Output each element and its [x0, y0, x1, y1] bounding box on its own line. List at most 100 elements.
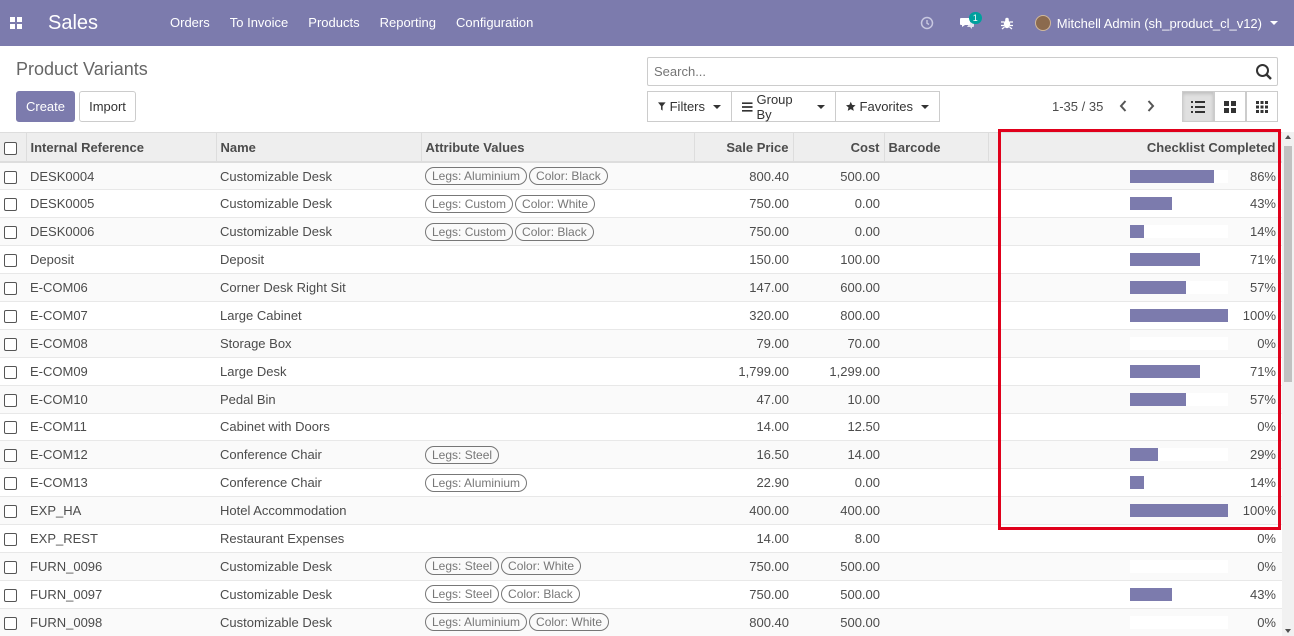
row-checkbox[interactable] — [4, 254, 17, 268]
cell-barcode[interactable] — [884, 468, 988, 498]
grid-view-button[interactable] — [1246, 91, 1278, 122]
cell-sale-price[interactable]: 16.50 — [694, 440, 793, 470]
header-cost[interactable]: Cost — [793, 133, 885, 163]
cell-barcode[interactable] — [884, 440, 988, 470]
cell-barcode[interactable] — [884, 301, 988, 330]
cell-cost[interactable]: 0.00 — [793, 189, 884, 219]
table-row[interactable]: E-COM10 Pedal Bin 47.00 10.00 57% — [0, 385, 1282, 414]
cell-name[interactable]: Restaurant Expenses — [216, 524, 421, 553]
cell-barcode[interactable] — [884, 524, 988, 553]
cell-checklist-completed[interactable]: 100% — [988, 301, 1282, 330]
pager-next-icon[interactable] — [1141, 96, 1161, 116]
table-row[interactable]: Deposit Deposit 150.00 100.00 71% — [0, 245, 1282, 275]
row-checkbox[interactable] — [4, 365, 17, 379]
cell-attribute-values[interactable] — [421, 301, 694, 330]
scroll-thumb[interactable] — [1284, 146, 1292, 382]
table-row[interactable]: E-COM13 Conference Chair Legs: Aluminium 22… — [0, 468, 1282, 498]
row-select-cell[interactable] — [0, 357, 26, 386]
table-row[interactable]: DESK0006 Customizable Desk Legs: Custom Col… — [0, 217, 1282, 247]
cell-barcode[interactable] — [884, 580, 988, 609]
cell-sale-price[interactable]: 750.00 — [694, 217, 793, 247]
cell-sale-price[interactable]: 47.00 — [694, 385, 793, 414]
cell-name[interactable]: Customizable Desk — [216, 580, 421, 609]
cell-name[interactable]: Large Desk — [216, 357, 421, 386]
row-select-cell[interactable] — [0, 608, 26, 636]
cell-attribute-values[interactable]: Legs: Aluminium Color: White — [421, 608, 694, 636]
cell-name[interactable]: Customizable Desk — [216, 217, 421, 247]
cell-attribute-values[interactable] — [421, 496, 694, 526]
header-name[interactable]: Name — [216, 133, 422, 163]
cell-internal-reference[interactable]: E-COM07 — [26, 301, 216, 330]
row-checkbox[interactable] — [4, 616, 17, 630]
select-all-cell[interactable] — [0, 133, 27, 163]
cell-checklist-completed[interactable]: 14% — [988, 217, 1282, 247]
cell-checklist-completed[interactable]: 71% — [988, 245, 1282, 275]
cell-sale-price[interactable]: 14.00 — [694, 413, 793, 442]
create-button[interactable]: Create — [16, 91, 75, 122]
cell-sale-price[interactable]: 750.00 — [694, 552, 793, 581]
row-select-cell[interactable] — [0, 301, 26, 330]
pager-value[interactable]: 1-35 / 35 — [1052, 99, 1103, 114]
header-checklist-completed[interactable]: Checklist Completed — [988, 133, 1282, 163]
cell-cost[interactable]: 10.00 — [793, 385, 884, 414]
cell-cost[interactable]: 0.00 — [793, 217, 884, 247]
table-row[interactable]: FURN_0096 Customizable Desk Legs: Steel Col… — [0, 552, 1282, 581]
cell-cost[interactable]: 1,299.00 — [793, 357, 884, 386]
scroll-down-icon[interactable] — [1285, 629, 1291, 633]
search-icon[interactable] — [1255, 63, 1273, 81]
activity-clock-icon[interactable] — [907, 0, 947, 46]
cell-barcode[interactable] — [884, 273, 988, 302]
cell-barcode[interactable] — [884, 189, 988, 219]
cell-cost[interactable]: 70.00 — [793, 329, 884, 358]
cell-attribute-values[interactable] — [421, 245, 694, 275]
row-checkbox[interactable] — [4, 505, 17, 519]
cell-checklist-completed[interactable]: 43% — [988, 580, 1282, 609]
row-select-cell[interactable] — [0, 440, 26, 470]
cell-checklist-completed[interactable]: 100% — [988, 496, 1282, 526]
cell-cost[interactable]: 800.00 — [793, 301, 884, 330]
cell-name[interactable]: Hotel Accommodation — [216, 496, 421, 526]
cell-cost[interactable]: 500.00 — [793, 608, 884, 636]
cell-checklist-completed[interactable]: 0% — [988, 524, 1282, 553]
cell-sale-price[interactable]: 14.00 — [694, 524, 793, 553]
cell-internal-reference[interactable]: DESK0006 — [26, 217, 216, 247]
cell-attribute-values[interactable] — [421, 413, 694, 442]
user-menu[interactable]: Mitchell Admin (sh_product_cl_v12) — [1027, 15, 1294, 31]
row-checkbox[interactable] — [4, 337, 17, 351]
table-row[interactable]: EXP_REST Restaurant Expenses 14.00 8.00 0% — [0, 524, 1282, 553]
cell-internal-reference[interactable]: E-COM12 — [26, 440, 216, 470]
row-checkbox[interactable] — [4, 198, 17, 212]
cell-cost[interactable]: 14.00 — [793, 440, 884, 470]
row-checkbox[interactable] — [4, 226, 17, 240]
row-select-cell[interactable] — [0, 189, 26, 219]
table-row[interactable]: E-COM08 Storage Box 79.00 70.00 0% — [0, 329, 1282, 358]
table-row[interactable]: E-COM11 Cabinet with Doors 14.00 12.50 0% — [0, 413, 1282, 442]
row-checkbox[interactable] — [4, 170, 17, 184]
debug-bug-icon[interactable] — [987, 0, 1027, 46]
cell-checklist-completed[interactable]: 0% — [988, 552, 1282, 581]
cell-attribute-values[interactable] — [421, 385, 694, 414]
row-checkbox[interactable] — [4, 282, 17, 296]
cell-cost[interactable]: 500.00 — [793, 162, 884, 191]
cell-barcode[interactable] — [884, 496, 988, 526]
scroll-up-icon[interactable] — [1285, 135, 1291, 139]
import-button[interactable]: Import — [79, 91, 136, 122]
cell-internal-reference[interactable]: E-COM06 — [26, 273, 216, 302]
cell-checklist-completed[interactable]: 29% — [988, 440, 1282, 470]
row-checkbox[interactable] — [4, 421, 17, 435]
row-checkbox[interactable] — [4, 588, 17, 602]
cell-barcode[interactable] — [884, 217, 988, 247]
row-checkbox[interactable] — [4, 393, 17, 407]
cell-barcode[interactable] — [884, 357, 988, 386]
cell-sale-price[interactable]: 400.00 — [694, 496, 793, 526]
cell-internal-reference[interactable]: FURN_0096 — [26, 552, 216, 581]
cell-internal-reference[interactable]: E-COM13 — [26, 468, 216, 498]
cell-sale-price[interactable]: 79.00 — [694, 329, 793, 358]
menu-products[interactable]: Products — [298, 0, 369, 46]
cell-internal-reference[interactable]: EXP_REST — [26, 524, 216, 553]
table-row[interactable]: E-COM06 Corner Desk Right Sit 147.00 600.00… — [0, 273, 1282, 302]
row-select-cell[interactable] — [0, 162, 26, 191]
cell-name[interactable]: Pedal Bin — [216, 385, 421, 414]
cell-name[interactable]: Customizable Desk — [216, 162, 421, 191]
cell-name[interactable]: Storage Box — [216, 329, 421, 358]
